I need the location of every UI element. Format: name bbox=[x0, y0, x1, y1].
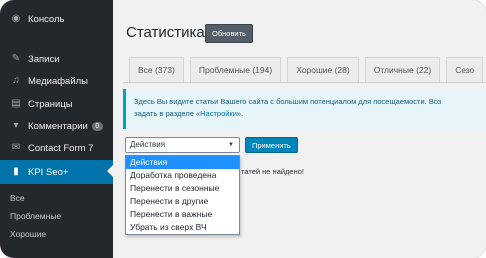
submenu-item-good[interactable]: Хорошие bbox=[10, 229, 46, 239]
sidebar-item-label: Страницы bbox=[28, 98, 73, 110]
option-remove-hf[interactable]: Убрать из сверх ВЧ bbox=[126, 221, 239, 234]
sidebar-item-contact-form[interactable]: ✉ Contact Form 7 bbox=[0, 137, 113, 159]
media-icon: ♫ bbox=[12, 75, 20, 86]
info-text-settings: задать в разделе «Настройки». bbox=[134, 108, 486, 120]
option-done[interactable]: Доработка проведена bbox=[126, 169, 239, 182]
comments-icon: ▾ bbox=[13, 120, 19, 131]
page-title: Статистика bbox=[126, 24, 205, 41]
tab-problem[interactable]: Проблемные (194) bbox=[189, 57, 282, 82]
bulk-actions-dropdown: Действия Доработка проведена Перенести в… bbox=[125, 155, 240, 235]
sidebar-item-label: KPI Seo+ bbox=[28, 166, 69, 178]
settings-link[interactable]: Настройки bbox=[200, 109, 237, 118]
tab-excellent[interactable]: Отличные (22) bbox=[364, 57, 441, 82]
info-suffix: ». bbox=[236, 109, 244, 118]
submenu-item-problem[interactable]: Проблемные bbox=[10, 211, 61, 221]
sidebar-item-label: Медиафайлы bbox=[28, 75, 89, 87]
info-prefix: задать в разделе « bbox=[134, 109, 201, 118]
apply-button[interactable]: Применить bbox=[245, 137, 298, 153]
submenu-item-all[interactable]: Все bbox=[10, 193, 25, 203]
sidebar-item-console[interactable]: ◉ Консоль bbox=[0, 8, 113, 30]
option-move-important[interactable]: Перенести в важные bbox=[126, 208, 239, 221]
sidebar-item-posts[interactable]: ✎ Записи bbox=[0, 48, 113, 70]
refresh-button[interactable]: Обновить bbox=[205, 24, 253, 43]
sidebar-item-pages[interactable]: ▤ Страницы bbox=[0, 93, 113, 115]
app-window: ◉ Консоль ✎ Записи ♫ Медиафайлы ▤ Страни… bbox=[0, 0, 486, 258]
tab-good[interactable]: Хорошие (28) bbox=[287, 57, 359, 82]
pin-icon: ✎ bbox=[11, 53, 21, 64]
sidebar-item-label: Contact Form 7 bbox=[28, 142, 94, 154]
option-move-other[interactable]: Перенести в другие bbox=[126, 195, 239, 208]
sidebar-item-comments[interactable]: ▾ Комментарии 0 bbox=[0, 115, 113, 137]
pages-icon: ▤ bbox=[11, 98, 21, 109]
chart-icon: ▮ bbox=[13, 166, 19, 177]
chevron-down-icon: ▼ bbox=[228, 142, 234, 148]
sidebar-item-label: Консоль bbox=[28, 13, 65, 25]
mail-icon: ✉ bbox=[11, 142, 21, 153]
status-tabs: Все (373) Проблемные (194) Хорошие (28) … bbox=[129, 57, 486, 83]
admin-sidebar: ◉ Консоль ✎ Записи ♫ Медиафайлы ▤ Страни… bbox=[0, 0, 113, 258]
bulk-actions-value: Действия bbox=[130, 140, 166, 149]
option-actions[interactable]: Действия bbox=[126, 156, 239, 169]
info-text: Здесь Вы видите статьи Вашего сайта с бо… bbox=[134, 97, 442, 106]
sidebar-item-label: Комментарии bbox=[28, 120, 88, 132]
main-content: Статистика Обновить Все (373) Проблемные… bbox=[113, 0, 486, 258]
tab-all[interactable]: Все (373) bbox=[129, 57, 184, 82]
comments-count-badge: 0 bbox=[91, 121, 103, 131]
bulk-actions-select[interactable]: Действия ▼ bbox=[125, 137, 240, 153]
info-notice: Здесь Вы видите статьи Вашего сайта с бо… bbox=[123, 89, 486, 129]
tabs-divider bbox=[123, 82, 486, 83]
dashboard-icon: ◉ bbox=[11, 13, 21, 24]
sidebar-item-media[interactable]: ♫ Медиафайлы bbox=[0, 70, 113, 92]
sidebar-item-kpi-seo[interactable]: ▮ KPI Seo+ bbox=[0, 160, 113, 184]
option-move-seasonal[interactable]: Перенести в сезонные bbox=[126, 182, 239, 195]
tab-seasonal[interactable]: Сезо bbox=[446, 57, 484, 82]
empty-message: татей не найдено! bbox=[241, 167, 304, 176]
sidebar-item-label: Записи bbox=[28, 53, 60, 65]
